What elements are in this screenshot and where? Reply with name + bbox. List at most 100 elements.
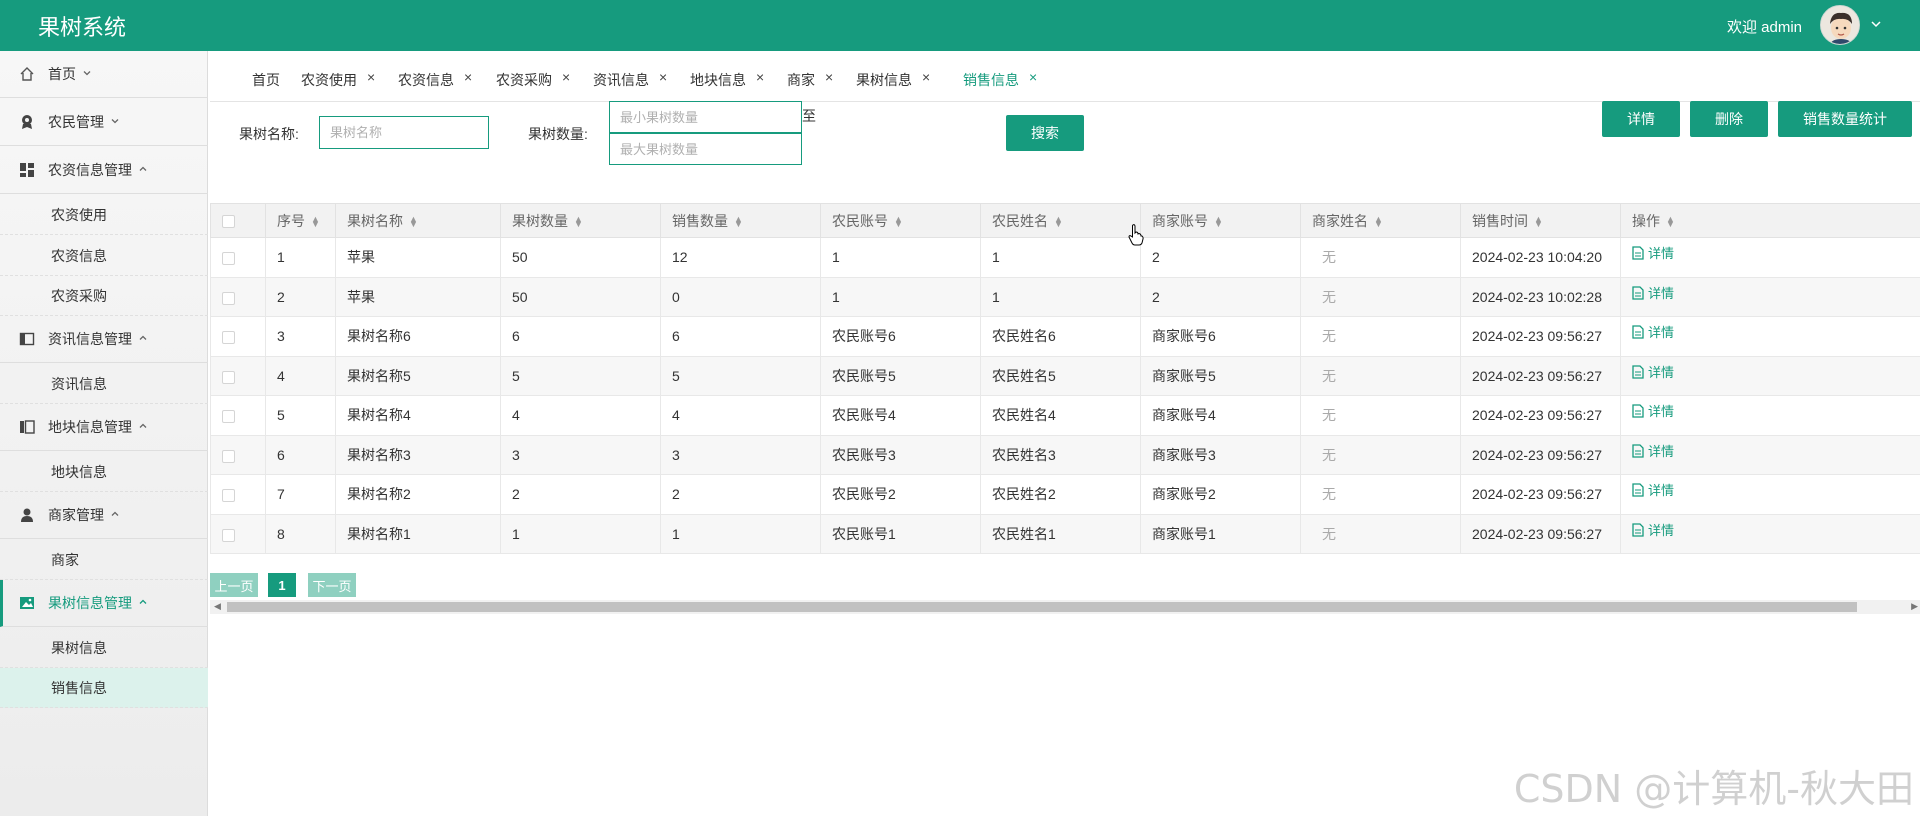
column-header[interactable]: 农民账号 ▲ ▼ [820, 203, 981, 238]
table-cell[interactable]: 详情 [1620, 355, 1920, 396]
table-cell[interactable]: 详情 [1620, 513, 1920, 554]
sort-icon[interactable]: ▲ ▼ [409, 214, 418, 228]
table-row[interactable]: 4 果树名称5 5 5 农民账号5 农民姓名5 商家账号5 无 2024-02-23 09:56… [210, 355, 1920, 396]
table-cell[interactable]: 详情 [1620, 316, 1920, 357]
sidebar-group-fruit-trees[interactable]: 果树信息管理 [0, 580, 208, 627]
column-header[interactable]: 农民姓名 ▲ ▼ [980, 203, 1141, 238]
prev-page-button[interactable]: 上一页 [210, 573, 258, 597]
sort-icon[interactable]: ▲ ▼ [1374, 214, 1383, 228]
select-all-checkbox[interactable] [210, 203, 266, 238]
detail-button[interactable]: 详情 [1602, 101, 1680, 137]
row-checkbox[interactable] [210, 474, 266, 515]
row-checkbox[interactable] [210, 395, 266, 436]
close-icon[interactable]: × [562, 69, 570, 85]
row-detail-link[interactable]: 详情 [1632, 483, 1674, 498]
sort-icon[interactable]: ▲ ▼ [1214, 214, 1223, 228]
column-header[interactable]: 果树数量 ▲ ▼ [500, 203, 661, 238]
sidebar-group-news[interactable]: 资讯信息管理 [0, 316, 208, 363]
sidebar-group-supplies[interactable]: 农资信息管理 [0, 147, 208, 194]
table-cell[interactable]: 详情 [1620, 434, 1920, 475]
page-number-button[interactable]: 1 [268, 573, 296, 597]
avatar[interactable] [1820, 5, 1860, 45]
scrollbar-thumb[interactable] [227, 602, 1857, 612]
search-button[interactable]: 搜索 [1006, 115, 1084, 151]
tab-merchant[interactable]: 商家 × [787, 69, 833, 90]
row-checkbox[interactable] [210, 513, 266, 554]
column-header[interactable]: 销售时间 ▲ ▼ [1460, 203, 1621, 238]
close-icon[interactable]: × [1029, 69, 1037, 85]
column-header[interactable]: 序号 ▲ ▼ [265, 203, 336, 238]
row-detail-link[interactable]: 详情 [1632, 523, 1674, 538]
row-checkbox[interactable] [210, 355, 266, 396]
table-cell[interactable]: 详情 [1620, 237, 1920, 278]
tab-fruit-tree-info[interactable]: 果树信息 × [856, 69, 930, 90]
tab-sales-info[interactable]: 销售信息 × [963, 69, 1037, 90]
max-qty-input[interactable] [609, 133, 802, 165]
sort-icon[interactable]: ▲ ▼ [574, 214, 583, 228]
tab-home[interactable]: 首页 [252, 70, 280, 90]
sidebar-item-supply-purchase[interactable]: 农资采购 [0, 276, 208, 316]
sidebar-item-news-info[interactable]: 资讯信息 [0, 364, 208, 404]
sidebar-item-merchant[interactable]: 商家 [0, 540, 208, 580]
close-icon[interactable]: × [367, 69, 375, 85]
tab-news-info[interactable]: 资讯信息 × [593, 69, 667, 90]
table-cell[interactable]: 详情 [1620, 276, 1920, 317]
table-row[interactable]: 2 苹果 50 0 1 1 2 无 2024-02-23 10:02:28 详情 [210, 276, 1920, 317]
delete-button[interactable]: 删除 [1690, 101, 1768, 137]
table-row[interactable]: 3 果树名称6 6 6 农民账号6 农民姓名6 商家账号6 无 2024-02-23 09:56… [210, 316, 1920, 357]
row-detail-link[interactable]: 详情 [1632, 286, 1674, 301]
sidebar-group-plots[interactable]: 地块信息管理 [0, 404, 208, 451]
column-header[interactable]: 果树名称 ▲ ▼ [335, 203, 501, 238]
scroll-left-icon[interactable]: ◀ [214, 601, 221, 612]
sales-stats-button[interactable]: 销售数量统计 [1778, 101, 1912, 137]
close-icon[interactable]: × [659, 69, 667, 85]
sort-icon[interactable]: ▲ ▼ [894, 214, 903, 228]
fruit-name-input[interactable] [319, 116, 489, 149]
table-row[interactable]: 5 果树名称4 4 4 农民账号4 农民姓名4 商家账号4 无 2024-02-23 09:56… [210, 395, 1920, 436]
row-checkbox[interactable] [210, 276, 266, 317]
sidebar-group-home[interactable]: 首页 [0, 51, 208, 98]
sidebar-item-fruit-tree-info[interactable]: 果树信息 [0, 628, 208, 668]
tab-plot-info[interactable]: 地块信息 × [690, 69, 764, 90]
row-checkbox[interactable] [210, 237, 266, 278]
tab-supply-info[interactable]: 农资信息 × [398, 69, 472, 90]
row-detail-link[interactable]: 详情 [1632, 365, 1674, 380]
row-detail-link[interactable]: 详情 [1632, 325, 1674, 340]
tab-supply-purchase[interactable]: 农资采购 × [496, 69, 570, 90]
sidebar-group-farmers[interactable]: 农民管理 [0, 99, 208, 146]
row-checkbox[interactable] [210, 434, 266, 475]
row-checkbox[interactable] [210, 316, 266, 357]
column-header[interactable]: 商家姓名 ▲ ▼ [1300, 203, 1461, 238]
row-detail-link[interactable]: 详情 [1632, 246, 1674, 261]
sort-icon[interactable]: ▲ ▼ [1666, 214, 1675, 228]
sort-icon[interactable]: ▲ ▼ [734, 214, 743, 228]
row-detail-link[interactable]: 详情 [1632, 444, 1674, 459]
sidebar-item-supply-info[interactable]: 农资信息 [0, 236, 208, 276]
chevron-down-icon[interactable] [1870, 17, 1882, 33]
close-icon[interactable]: × [464, 69, 472, 85]
table-row[interactable]: 8 果树名称1 1 1 农民账号1 农民姓名1 商家账号1 无 2024-02-23 09:56… [210, 513, 1920, 554]
scroll-right-icon[interactable]: ▶ [1911, 601, 1918, 612]
horizontal-scrollbar[interactable]: ◀ ▶ [210, 600, 1920, 614]
column-header[interactable]: 操作 ▲ ▼ [1620, 203, 1920, 238]
table-cell[interactable]: 详情 [1620, 474, 1920, 515]
table-row[interactable]: 7 果树名称2 2 2 农民账号2 农民姓名2 商家账号2 无 2024-02-23 09:56… [210, 474, 1920, 515]
sidebar-item-sales-info[interactable]: 销售信息 [0, 668, 208, 708]
close-icon[interactable]: × [825, 69, 833, 85]
table-row[interactable]: 1 苹果 50 12 1 1 2 无 2024-02-23 10:04:20 详情 [210, 237, 1920, 278]
sidebar-item-supply-usage[interactable]: 农资使用 [0, 195, 208, 235]
sort-icon[interactable]: ▲ ▼ [1534, 214, 1543, 228]
table-cell[interactable]: 详情 [1620, 395, 1920, 436]
tab-supply-usage[interactable]: 农资使用 × [301, 69, 375, 90]
table-row[interactable]: 6 果树名称3 3 3 农民账号3 农民姓名3 商家账号3 无 2024-02-23 09:56… [210, 434, 1920, 475]
sort-icon[interactable]: ▲ ▼ [1054, 214, 1063, 228]
close-icon[interactable]: × [756, 69, 764, 85]
next-page-button[interactable]: 下一页 [308, 573, 356, 597]
sort-icon[interactable]: ▲ ▼ [311, 214, 320, 228]
close-icon[interactable]: × [922, 69, 930, 85]
sidebar-group-merchants[interactable]: 商家管理 [0, 492, 208, 539]
column-header[interactable]: 销售数量 ▲ ▼ [660, 203, 821, 238]
row-detail-link[interactable]: 详情 [1632, 404, 1674, 419]
column-header[interactable]: 商家账号 ▲ ▼ [1140, 203, 1301, 238]
sidebar-item-plot-info[interactable]: 地块信息 [0, 452, 208, 492]
